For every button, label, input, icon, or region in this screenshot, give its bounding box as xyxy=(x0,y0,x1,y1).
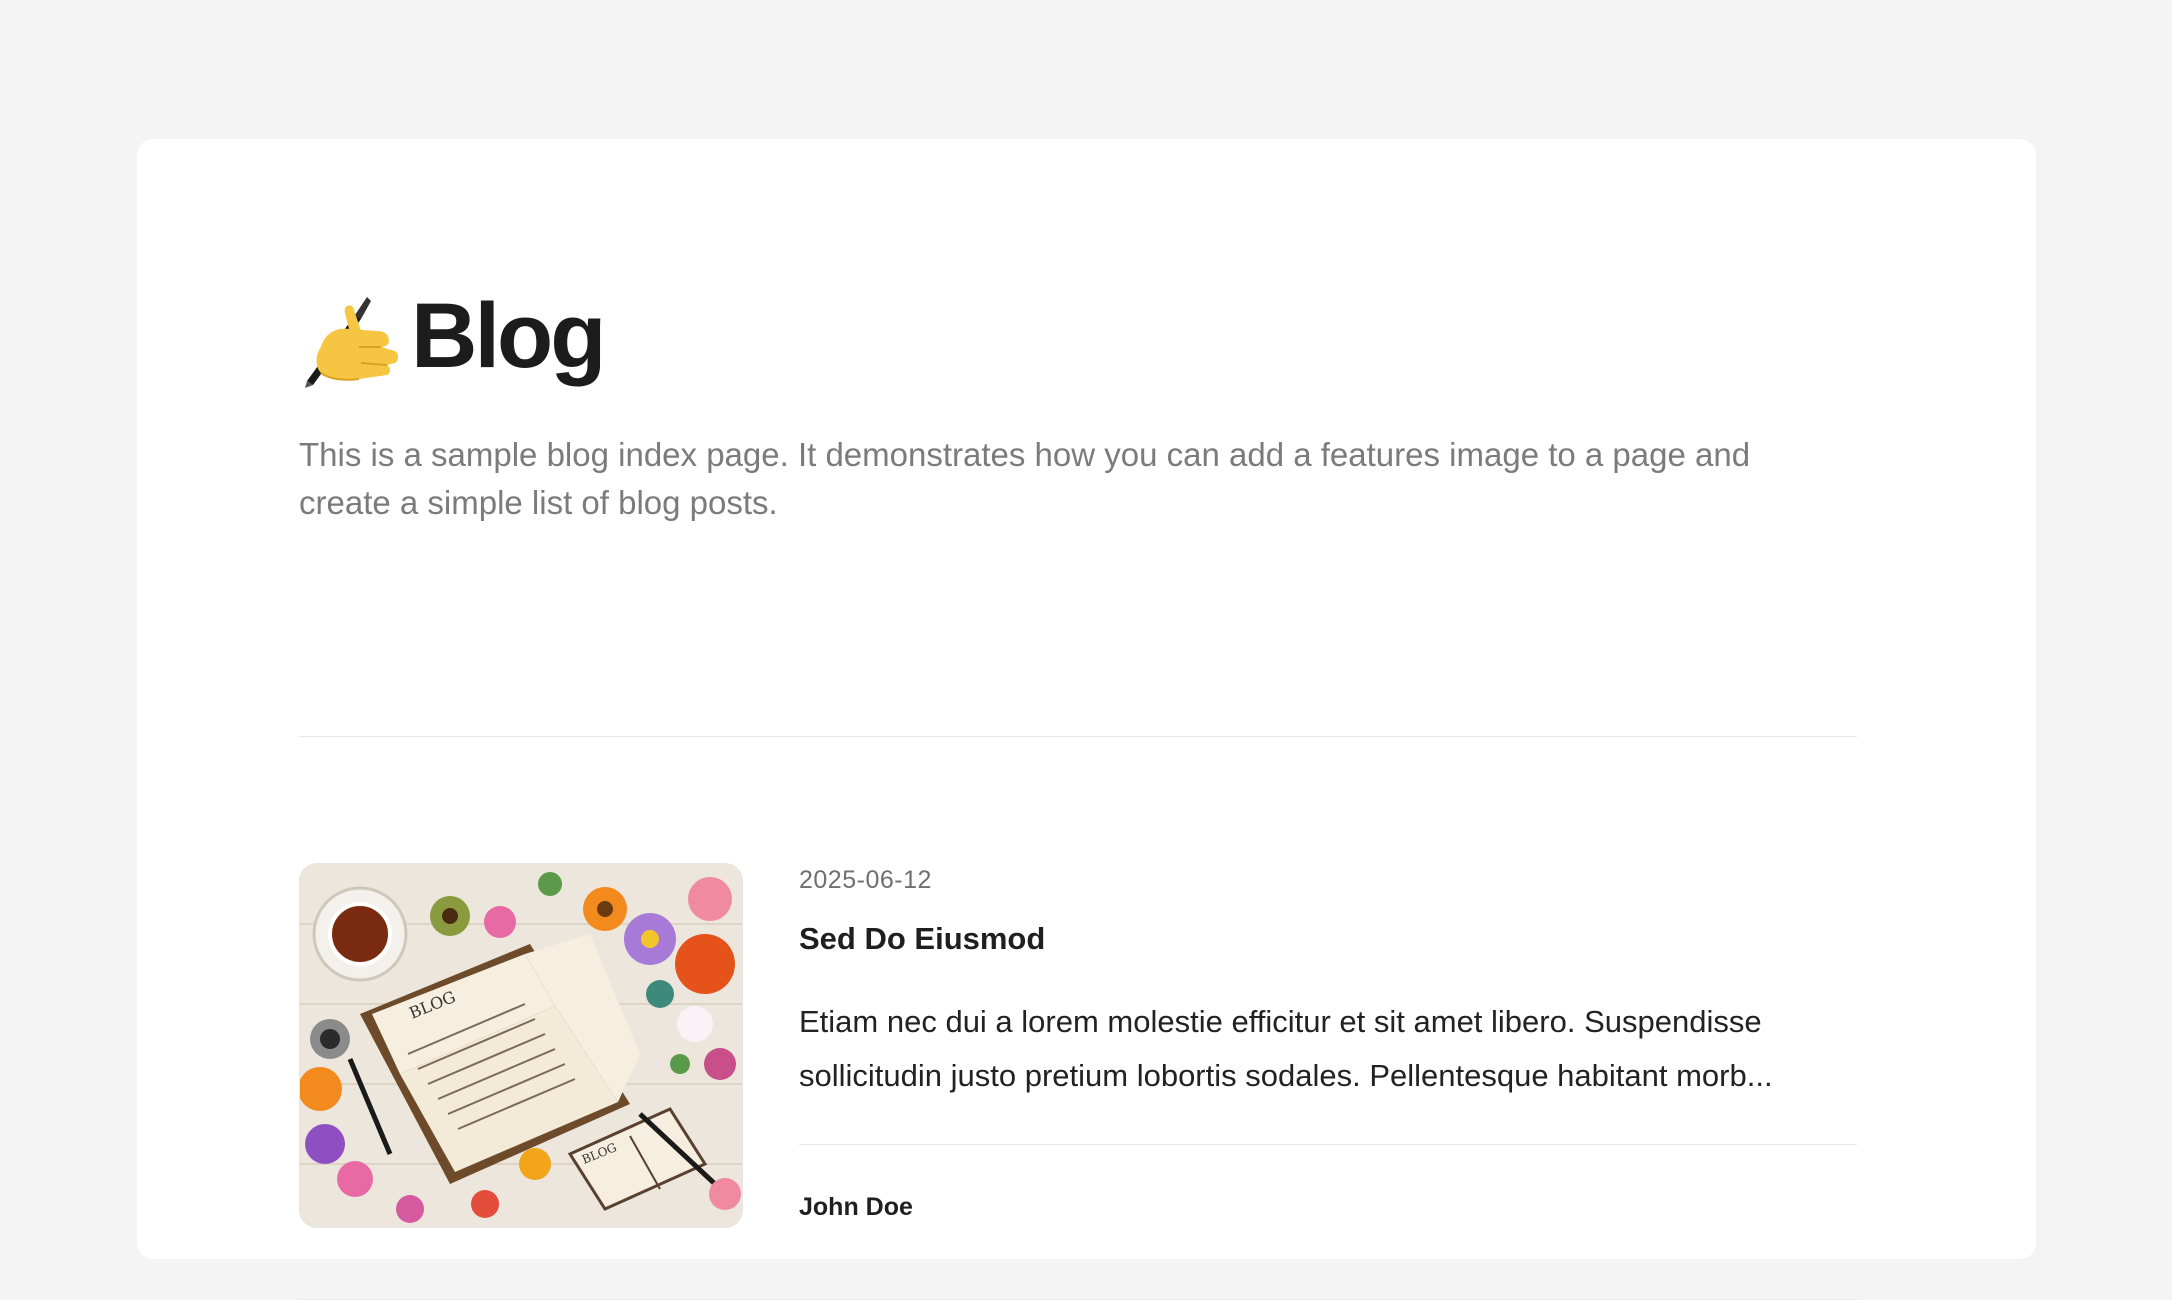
blog-post-item[interactable]: BLOG BLOG 2025-06-12 Sed Do Eiusmod Etia… xyxy=(299,863,1857,1230)
post-author: John Doe xyxy=(799,1193,913,1221)
blog-featured-image[interactable]: BLOG BLOG xyxy=(299,863,743,1228)
writing-hand-icon xyxy=(299,289,399,389)
header-divider xyxy=(299,736,1857,737)
page-title-text: Blog xyxy=(411,285,606,387)
page-description: This is a sample blog index page. It dem… xyxy=(299,436,1751,521)
page-title: Blog xyxy=(299,284,606,394)
post-date: 2025-06-12 xyxy=(799,866,932,894)
post-title-link[interactable]: Sed Do Eiusmod xyxy=(799,921,1045,957)
post-excerpt: Etiam nec dui a lorem molestie efficitur… xyxy=(799,1004,1773,1093)
post-divider xyxy=(799,1144,1857,1145)
page-card: Blog This is a sample blog index page. I… xyxy=(137,139,2036,1300)
